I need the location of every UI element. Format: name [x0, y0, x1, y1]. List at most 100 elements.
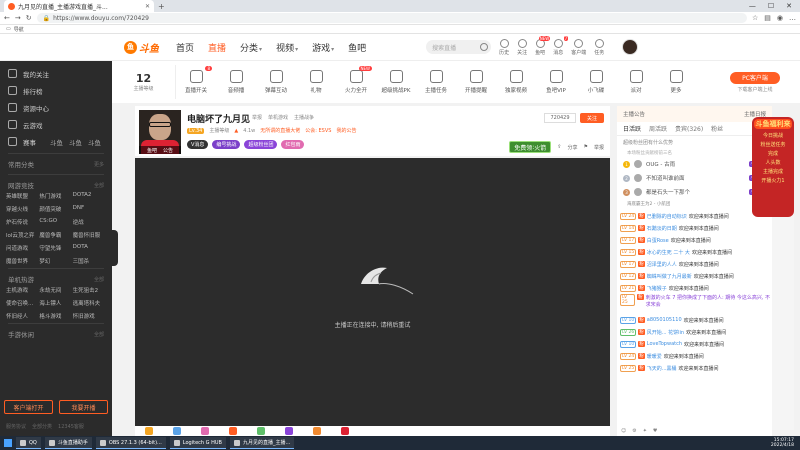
free-gift-button[interactable]: 免费领: 火箭: [509, 141, 552, 153]
section-more[interactable]: 全部: [94, 182, 104, 189]
category-link[interactable]: 主机游戏: [6, 286, 39, 294]
footer-link[interactable]: 全部分类: [32, 423, 52, 430]
sidebar-item-rank[interactable]: 排行榜: [0, 82, 112, 99]
chat-nickname[interactable]: 刺激的火车 7: [646, 295, 676, 301]
notice-tag[interactable]: 我的公告: [336, 127, 356, 134]
gift-item[interactable]: [229, 427, 237, 435]
nav-fishbar[interactable]: 鱼吧: [348, 41, 366, 54]
category-link[interactable]: DOTA2: [73, 192, 106, 200]
search-icon[interactable]: [480, 43, 489, 51]
category-link[interactable]: 生死狙击2: [73, 286, 106, 294]
tool-party[interactable]: 派对: [616, 70, 656, 94]
nav-video[interactable]: 视频: [276, 41, 298, 54]
video-player[interactable]: 主播正在连接中, 请稍后重试: [135, 158, 610, 426]
anchor-level[interactable]: 12 主播等级: [112, 65, 176, 99]
pill-challenge[interactable]: 编号挑战: [212, 140, 241, 149]
settings-icon[interactable]: ⚙: [632, 428, 636, 434]
sidebar-section-single[interactable]: 单机热游 全部: [0, 272, 112, 286]
section-more[interactable]: 全部: [94, 331, 104, 338]
new-tab-icon[interactable]: +: [158, 2, 165, 11]
refresh-icon[interactable]: ↻: [26, 14, 32, 22]
sidebar-item-cloud-game[interactable]: 云游戏: [0, 116, 112, 133]
chat-nickname[interactable]: 飞天的...黑桶: [647, 365, 677, 372]
sidebar-item-follow[interactable]: 我的关注: [0, 65, 112, 82]
tab-daily[interactable]: 日活跃: [623, 124, 641, 133]
fans-icon[interactable]: ♥: [653, 428, 657, 434]
pill-fans[interactable]: 超级粉丝团: [244, 140, 278, 149]
follow-button[interactable]: 关注: [580, 113, 604, 123]
category-link[interactable]: CS:GO: [39, 218, 72, 226]
category-link[interactable]: 穿越火线: [6, 205, 39, 213]
douyu-logo[interactable]: 鱼 斗鱼: [124, 39, 164, 55]
header-message-button[interactable]: 7 消息: [553, 35, 569, 56]
tool-more[interactable]: 更多: [656, 70, 696, 94]
tab-fans[interactable]: 粉丝: [711, 124, 723, 133]
gift-item[interactable]: [145, 427, 153, 435]
anchor-tag[interactable]: 无所谓的直播大佬: [260, 127, 300, 134]
report-link[interactable]: 举报: [252, 114, 262, 121]
collections-icon[interactable]: ▤: [764, 14, 771, 22]
chat-nickname[interactable]: LoveTopwatch: [647, 341, 682, 347]
nav-category[interactable]: 分类: [240, 41, 262, 54]
fans-club-link[interactable]: 超级粉丝团有什么优势: [623, 139, 673, 146]
gift-item[interactable]: [313, 427, 321, 435]
search-input[interactable]: 搜索直播: [426, 40, 492, 54]
sidebar-collapse-handle[interactable]: [108, 230, 118, 266]
tool-gift[interactable]: 礼物: [296, 70, 336, 94]
tool-audio[interactable]: 音频播: [216, 70, 256, 94]
system-clock[interactable]: 15:07:17 2022/4/18: [771, 438, 794, 448]
chat-nickname[interactable]: 已删除的自动标识: [647, 213, 687, 220]
anchor-notice-link[interactable]: 主播公告: [623, 110, 645, 118]
tag-link[interactable]: 主播战争: [294, 114, 314, 121]
chat-nickname[interactable]: 暖暖爱: [647, 353, 662, 360]
close-window-icon[interactable]: ✕: [786, 2, 792, 10]
bookmark-item[interactable]: 导航: [14, 26, 24, 33]
minimize-icon[interactable]: —: [749, 2, 756, 10]
chat-nickname[interactable]: 白蛋Rose: [647, 237, 669, 244]
category-link[interactable]: 逃离塔科夫: [73, 299, 106, 307]
nav-game[interactable]: 游戏: [312, 41, 334, 54]
category-link[interactable]: DNF: [73, 205, 106, 213]
gift-item[interactable]: [285, 427, 293, 435]
event-logo[interactable]: 斗鱼: [88, 137, 101, 147]
tool-alarm[interactable]: 开播提醒: [456, 70, 496, 94]
header-fishbar-button[interactable]: NEW 鱼吧: [535, 35, 551, 56]
footer-link[interactable]: 12345客服: [58, 423, 84, 430]
sidebar-section-mobile[interactable]: 手游休闲 全部: [0, 327, 112, 341]
category-link[interactable]: 三国杀: [73, 257, 106, 265]
taskbar-item[interactable]: QQ: [16, 437, 41, 449]
event-logo[interactable]: 斗鱼: [50, 137, 63, 147]
tool-mission[interactable]: 主播任务: [416, 70, 456, 94]
category-link[interactable]: 怀旧游戏: [73, 312, 106, 320]
avatar-link[interactable]: 鱼吧: [147, 147, 157, 154]
category-link[interactable]: 单机游戏: [268, 114, 288, 121]
category-link[interactable]: 问道游戏: [6, 244, 39, 252]
star-icon[interactable]: ☆: [752, 14, 758, 22]
report-button[interactable]: 举报: [594, 144, 604, 151]
taskbar-item[interactable]: OBS 27.1.3 (64-bit)...: [95, 437, 166, 449]
gift-item[interactable]: [257, 427, 265, 435]
tool-fire[interactable]: NEW 火力全开: [336, 66, 376, 94]
category-link[interactable]: 热门游戏: [39, 192, 72, 200]
chat-nickname[interactable]: 石黯淡的日期: [647, 225, 677, 232]
pill-message[interactable]: V消息: [187, 140, 209, 149]
forward-icon[interactable]: →: [15, 14, 21, 22]
nav-live[interactable]: 直播: [208, 41, 226, 54]
gift-item[interactable]: [173, 427, 181, 435]
category-link[interactable]: 炉石传说: [6, 218, 39, 226]
pill-redpacket[interactable]: 红包雨: [281, 140, 305, 149]
category-link[interactable]: 魔兽世界: [6, 257, 39, 265]
category-link[interactable]: 永劫无间: [39, 286, 72, 294]
chat-nickname[interactable]: 风开始... 花饼lin: [647, 329, 684, 336]
chat-nickname[interactable]: 飞猪猴子: [647, 285, 667, 292]
open-client-button[interactable]: 客户端打开: [4, 400, 53, 414]
category-link[interactable]: 海上镖人: [39, 299, 72, 307]
category-link[interactable]: 颜值突破: [39, 205, 72, 213]
category-link[interactable]: 魔兽争霸: [39, 231, 72, 239]
tool-vip[interactable]: 鱼吧VIP: [536, 70, 576, 94]
back-icon[interactable]: ←: [4, 14, 10, 22]
chat-nickname[interactable]: 沼泽里的人人: [647, 261, 677, 268]
gift-item[interactable]: [341, 427, 349, 435]
category-link[interactable]: 魔兽怀旧服: [73, 231, 106, 239]
sidebar-item-resource[interactable]: 资源中心: [0, 99, 112, 116]
